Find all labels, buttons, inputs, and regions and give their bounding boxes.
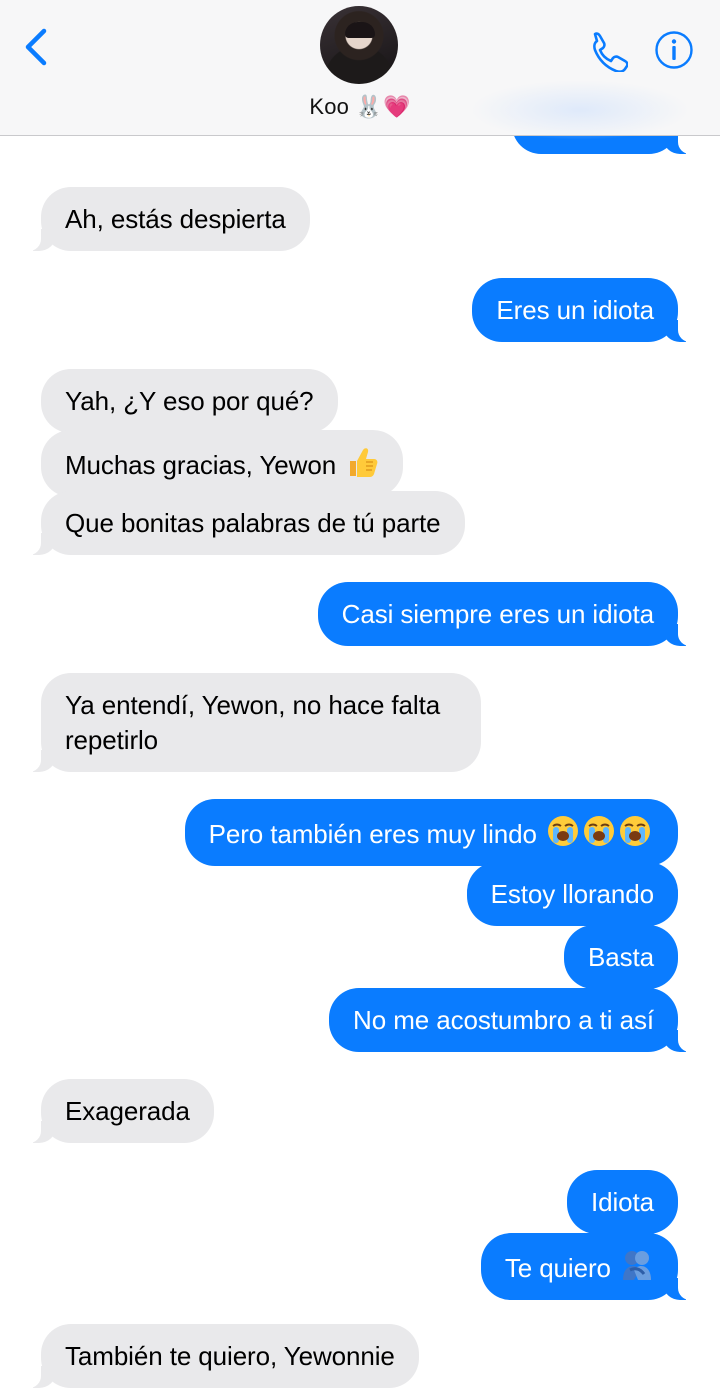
contact-name[interactable]: Koo 🐰💗 [0, 94, 720, 120]
message-text: Que bonitas palabras de tú parte [65, 508, 441, 538]
message-text: Idiota [590, 1187, 654, 1217]
message-text: Te quiero [504, 1253, 611, 1283]
message-bubble-incoming[interactable]: Que bonitas palabras de tú parte [25, 491, 465, 555]
message-bubble-incoming[interactable]: Exagerada [25, 1079, 214, 1143]
message-text: Basta [588, 942, 654, 972]
message-bubble-outgoing[interactable]: Estoy llorando [466, 862, 678, 926]
message-text: Eres un idiota [496, 295, 654, 325]
message-text: Yah, ¿Y eso por qué? [65, 386, 314, 416]
message-bubble-incoming[interactable]: También te quiero, Yewonnie [25, 1324, 419, 1388]
message-text: Pero también eres muy lindo [208, 819, 537, 849]
loudly-crying-emoji-icon [546, 814, 654, 848]
phone-icon [593, 32, 629, 73]
message-text: Exagerada [65, 1096, 190, 1126]
people-hugging-emoji-icon [620, 1248, 654, 1282]
message-bubble-incoming[interactable]: Ya entendí, Yewon, no hace falta repetir… [25, 673, 481, 772]
message-text: Muchas gracias, Yewon [65, 450, 337, 480]
message-bubble-outgoing[interactable]: Basta [564, 925, 678, 989]
message-bubble-outgoing[interactable]: Pero también eres muy lindo [184, 799, 678, 866]
info-button[interactable] [654, 30, 694, 70]
message-bubble-outgoing[interactable]: Te quiero [480, 1233, 695, 1300]
message-text: Ya entendí, Yewon, no hace falta repetir… [65, 690, 441, 755]
message-bubble-outgoing[interactable]: Idiota [566, 1170, 678, 1234]
message-bubble-outgoing[interactable]: Eres un idiota [472, 278, 694, 342]
message-bubble-incoming[interactable]: Yah, ¿Y eso por qué? [41, 369, 338, 433]
conversation-header: Koo 🐰💗 [0, 0, 720, 140]
thumbs-up-emoji-icon [345, 445, 379, 479]
call-button[interactable] [586, 30, 629, 73]
message-text: No me acostumbro a ti así [353, 1005, 654, 1035]
info-icon [655, 31, 693, 69]
message-bubble-incoming[interactable]: Muchas gracias, Yewon [41, 430, 404, 497]
avatar[interactable] [320, 6, 398, 84]
message-text: Ah, estás despierta [65, 204, 286, 234]
message-text: Estoy llorando [490, 879, 654, 909]
message-text: También te quiero, Yewonnie [65, 1341, 395, 1371]
message-bubble-outgoing[interactable]: No me acostumbro a ti así [329, 988, 694, 1052]
message-list[interactable]: Ah, estás despierta Eres un idiota Yah, … [0, 0, 720, 1391]
back-button[interactable] [22, 28, 58, 68]
chevron-left-icon [25, 28, 47, 66]
message-bubble-incoming[interactable]: Ah, estás despierta [25, 187, 310, 251]
message-bubble-outgoing[interactable]: Casi siempre eres un idiota [317, 582, 695, 646]
message-text: Casi siempre eres un idiota [341, 599, 654, 629]
